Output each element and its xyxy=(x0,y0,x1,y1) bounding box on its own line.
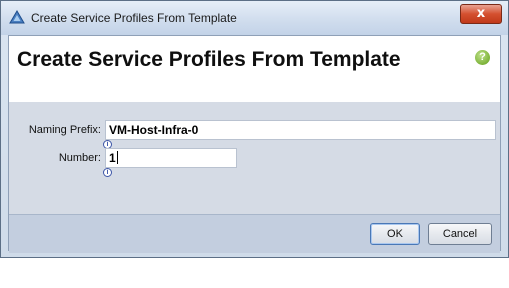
dialog-content: Create Service Profiles From Template ? … xyxy=(8,35,501,253)
naming-prefix-input[interactable]: VM-Host-Infra-0 xyxy=(105,120,496,140)
number-label: Number: xyxy=(58,152,101,164)
dialog-header: Create Service Profiles From Template ? xyxy=(9,36,500,103)
page-title: Create Service Profiles From Template xyxy=(17,48,401,71)
form-area: Naming Prefix: VM-Host-Infra-0 i Number:… xyxy=(9,102,500,214)
help-icon[interactable]: ? xyxy=(475,50,490,65)
close-button[interactable]: x xyxy=(460,4,502,24)
cancel-button[interactable]: Cancel xyxy=(428,223,492,245)
dialog-footer: OK Cancel xyxy=(9,214,500,253)
number-info-icon[interactable]: i xyxy=(103,168,112,177)
number-input[interactable]: 1 xyxy=(105,148,237,168)
window-title: Create Service Profiles From Template xyxy=(31,11,237,25)
number-value: 1 xyxy=(109,151,116,165)
dialog-window: Create Service Profiles From Template x … xyxy=(0,0,509,258)
close-icon: x xyxy=(476,6,486,21)
title-bar[interactable]: Create Service Profiles From Template x xyxy=(1,1,508,35)
app-logo-icon xyxy=(9,10,25,24)
text-cursor xyxy=(116,151,118,164)
naming-prefix-value: VM-Host-Infra-0 xyxy=(109,123,199,137)
ok-button[interactable]: OK xyxy=(370,223,420,245)
naming-prefix-label: Naming Prefix: xyxy=(28,124,101,136)
